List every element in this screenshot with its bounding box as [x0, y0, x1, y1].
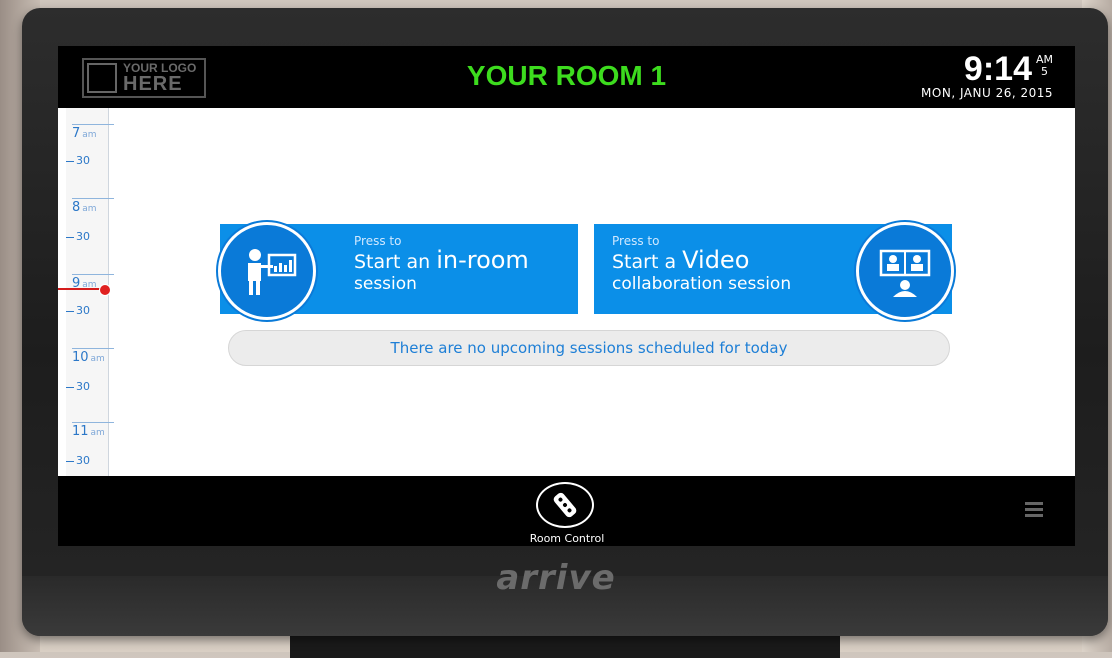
clock-date: MON, JANU 26, 2015: [921, 86, 1053, 100]
clock-ampm-sub: 5: [1040, 65, 1048, 78]
timeline-half-8: 30: [66, 230, 90, 243]
timeline-hour-11: 11 am: [72, 422, 114, 439]
header-bar: YOUR LOGO HERE YOUR ROOM 1 9:14 AM 5 MON, …: [58, 46, 1075, 108]
timeline-hour-8: 8 am: [72, 198, 114, 215]
clock-time: 9:14: [963, 50, 1032, 88]
video-subtitle: collaboration session: [612, 274, 792, 294]
room-control-button[interactable]: [536, 482, 594, 528]
timeline-hour-10: 10 am: [72, 348, 114, 365]
start-video-collaboration-button[interactable]: Press to Start a Video collaboration ses…: [594, 222, 954, 320]
timeline-half-7: 30: [66, 154, 90, 167]
video-conference-icon: [879, 249, 931, 297]
in-room-subtitle: session: [354, 274, 417, 294]
clock: 9:14 AM 5 MON, JANU 26, 2015: [921, 50, 1053, 100]
device-brand-logo: arrive: [496, 558, 616, 598]
menu-icon[interactable]: [1025, 502, 1043, 520]
timeline-half-11: 30: [66, 454, 90, 467]
footer-bar: Room Control: [58, 476, 1075, 546]
video-title: Start a Video: [612, 246, 750, 274]
presenter-icon-circle: [218, 222, 316, 320]
timeline-half-10: 30: [66, 380, 90, 393]
remote-control-icon: [553, 492, 577, 518]
touch-screen: YOUR LOGO HERE YOUR ROOM 1 9:14 AM 5 MON, …: [58, 46, 1075, 546]
clock-ampm: AM 5: [1036, 54, 1053, 78]
start-in-room-session-button[interactable]: Press to Start an in-room session: [218, 222, 578, 320]
main-content: 7 am 30 8 am 30 9 am 30 10 am 30 11 am 30: [58, 108, 1075, 476]
room-control-label: Room Control: [529, 532, 605, 545]
no-sessions-notice: There are no upcoming sessions scheduled…: [228, 330, 950, 366]
presenter-icon: [248, 249, 297, 295]
timeline-half-9: 30: [66, 304, 90, 317]
in-room-title: Start an in-room: [354, 246, 529, 274]
current-time-marker: [99, 284, 111, 296]
video-button-text: Press to Start a Video collaboration ses…: [612, 234, 791, 294]
in-room-button-text: Press to Start an in-room session: [354, 234, 529, 294]
video-conference-icon-circle: [856, 222, 954, 320]
timeline-hour-7: 7 am: [72, 124, 114, 141]
